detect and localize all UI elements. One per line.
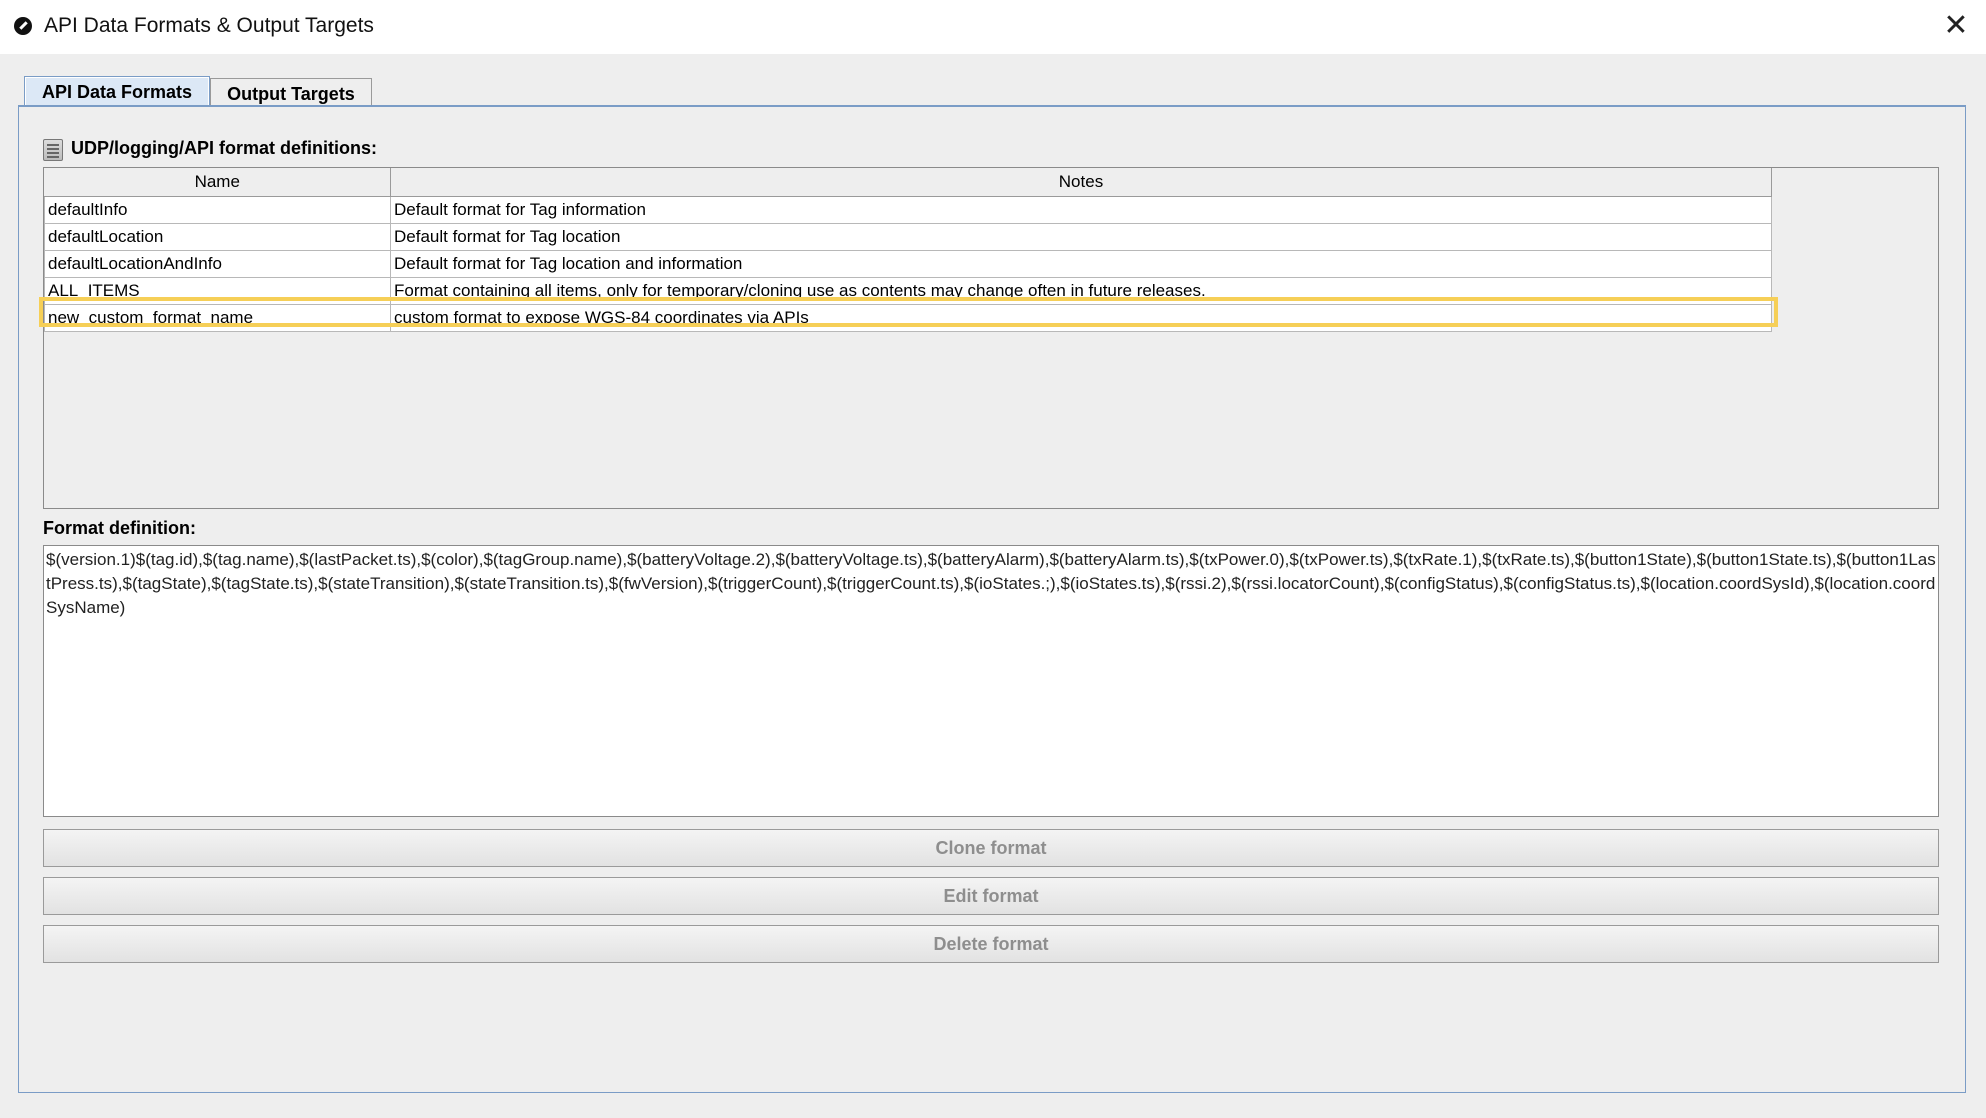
tab-api-data-formats[interactable]: API Data Formats xyxy=(24,76,210,106)
column-header-name[interactable]: Name xyxy=(44,168,391,197)
window-title: API Data Formats & Output Targets xyxy=(44,14,374,37)
edit-format-button[interactable]: Edit format xyxy=(43,877,1939,915)
format-table: Name Notes defaultInfo Default format fo… xyxy=(43,167,1939,509)
api-data-formats-panel: UDP/logging/API format definitions: Name… xyxy=(18,105,1966,1093)
cell-name[interactable]: defaultLocation xyxy=(44,223,391,251)
cell-name[interactable]: new_custom_format_name xyxy=(44,304,391,332)
cell-name[interactable]: ALL_ITEMS xyxy=(44,277,391,305)
cell-notes[interactable]: Default format for Tag location xyxy=(390,223,1772,251)
close-icon[interactable]: ✕ xyxy=(1936,8,1976,44)
cell-notes[interactable]: Default format for Tag location and info… xyxy=(390,250,1772,278)
format-definition-textarea[interactable]: $(version.1)$(tag.id),$(tag.name),$(last… xyxy=(43,545,1939,817)
format-definition-label: Format definition: xyxy=(43,518,196,538)
app-icon xyxy=(14,17,32,35)
table-row[interactable]: defaultLocation Default format for Tag l… xyxy=(44,223,1772,251)
table-row[interactable]: ALL_ITEMS Format containing all items, o… xyxy=(44,277,1772,305)
cell-name[interactable]: defaultInfo xyxy=(44,196,391,224)
format-definitions-table: Name Notes defaultInfo Default format fo… xyxy=(44,168,1772,332)
cell-notes[interactable]: Default format for Tag information xyxy=(390,196,1772,224)
title-bar: API Data Formats & Output Targets ✕ xyxy=(0,0,1986,54)
cell-notes[interactable]: Format containing all items, only for te… xyxy=(390,277,1772,305)
table-row[interactable]: defaultLocationAndInfo Default format fo… xyxy=(44,250,1772,278)
database-icon xyxy=(43,139,63,161)
cell-name[interactable]: defaultLocationAndInfo xyxy=(44,250,391,278)
column-header-notes[interactable]: Notes xyxy=(390,168,1772,197)
section-label: UDP/logging/API format definitions: xyxy=(71,138,377,158)
window-body: API Data Formats Output Targets UDP/logg… xyxy=(0,54,1986,1118)
table-row[interactable]: defaultInfo Default format for Tag infor… xyxy=(44,196,1772,224)
table-header-row: Name Notes xyxy=(44,168,1772,197)
cell-notes[interactable]: custom format to expose WGS-84 coordinat… xyxy=(390,304,1772,332)
delete-format-button[interactable]: Delete format xyxy=(43,925,1939,963)
table-row-selected[interactable]: new_custom_format_name custom format to … xyxy=(44,304,1772,332)
clone-format-button[interactable]: Clone format xyxy=(43,829,1939,867)
tab-output-targets[interactable]: Output Targets xyxy=(210,78,372,106)
